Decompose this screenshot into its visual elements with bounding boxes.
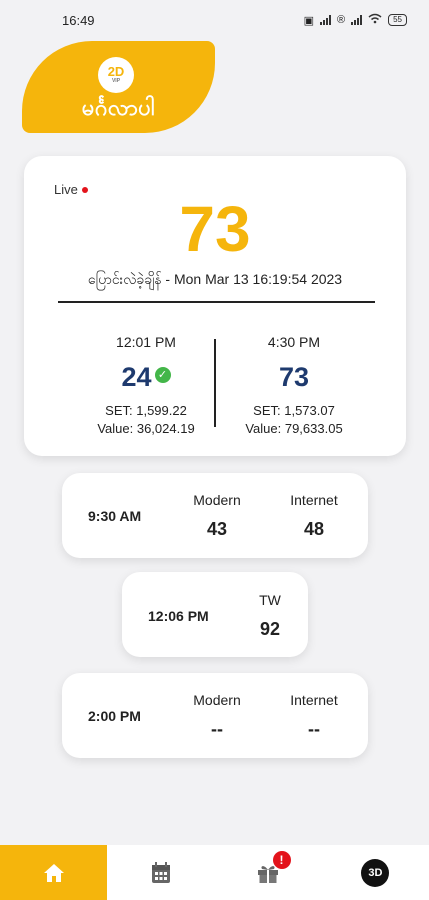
modern-value: 43 (206, 519, 228, 539)
internet-value: 48 (303, 519, 325, 539)
3d-icon: 3D (361, 858, 390, 887)
evening-result: 4:30 PM 73 SET: 1,573.07 Value: 79,633.0… (224, 334, 364, 436)
session-card-1206: 12:06 PM TW 92 (122, 572, 308, 657)
live-number: 73 (179, 193, 251, 265)
tw-label: TW (259, 592, 281, 608)
morning-result: 12:01 PM 24 ✓ SET: 1,599.22 Value: 36,02… (76, 334, 216, 436)
modern-label: Modern (193, 692, 241, 708)
session-time: 2:00 PM (88, 708, 141, 724)
logo-badge-text: 2D (107, 64, 125, 79)
internet-label: Internet (290, 492, 338, 508)
session-card-200: 2:00 PM Modern -- Internet -- (62, 673, 368, 758)
registered-icon: ® (336, 14, 346, 26)
modern-value: -- (211, 719, 223, 739)
session-time: 9:30 AM (88, 508, 142, 524)
live-result-card: Live 73 ပြောင်းလဲခဲ့ချိန် - Mon Mar 13 1… (24, 156, 406, 456)
notification-badge: ! (272, 851, 291, 869)
status-icons: ▣ ® 55 (304, 13, 407, 27)
morning-number: 24 (121, 362, 152, 392)
logo-badge-sub: VIP (111, 78, 121, 84)
evening-set: SET: 1,573.07 (253, 403, 335, 418)
nav-gift[interactable]: ! (215, 845, 322, 900)
logo-badge: 2D VIP (98, 57, 134, 93)
signal-icon (319, 15, 331, 25)
check-icon: ✓ (154, 366, 171, 383)
status-bar: 16:49 ▣ ® 55 (0, 0, 429, 40)
nfc-icon: ▣ (303, 14, 314, 27)
app-logo: 2D VIP မင်္ဂလာပါ (22, 41, 215, 133)
nav-calendar[interactable] (107, 845, 214, 900)
morning-number-row: 24 ✓ (76, 362, 216, 393)
calendar-icon (151, 861, 170, 883)
nav-home[interactable] (0, 845, 108, 900)
session-card-930: 9:30 AM Modern 43 Internet 48 (62, 473, 368, 558)
session-time: 12:06 PM (148, 608, 209, 624)
updated-time: ပြောင်းလဲခဲ့ချိန် - Mon Mar 13 16:19:54 … (87, 271, 343, 287)
morning-time: 12:01 PM (116, 334, 176, 350)
nav-3d[interactable]: 3D (322, 845, 429, 900)
morning-value: Value: 36,024.19 (97, 421, 195, 436)
morning-set: SET: 1,599.22 (105, 403, 187, 418)
wifi-icon (368, 13, 382, 27)
tw-value: 92 (259, 619, 281, 639)
status-time: 16:49 (62, 12, 95, 28)
battery-icon: 55 (388, 14, 407, 26)
internet-value: -- (308, 719, 320, 739)
signal-icon-2 (351, 15, 363, 25)
internet-label: Internet (290, 692, 338, 708)
horizontal-divider (58, 301, 375, 303)
bottom-nav: ! 3D (0, 845, 429, 900)
evening-number-row: 73 (224, 362, 364, 393)
modern-label: Modern (193, 492, 241, 508)
evening-number: 73 (278, 362, 310, 392)
evening-time: 4:30 PM (267, 334, 321, 350)
evening-value: Value: 79,633.05 (245, 421, 343, 436)
vertical-divider (214, 339, 216, 427)
home-icon (43, 863, 64, 882)
greeting-title: မင်္ဂလာပါ (81, 95, 156, 120)
